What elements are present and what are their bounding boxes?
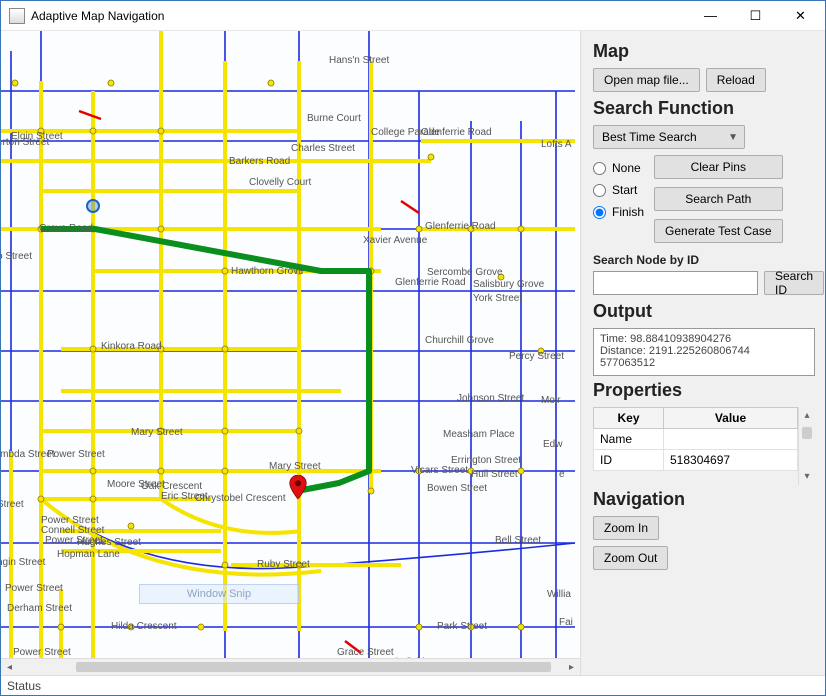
- scroll-track[interactable]: [18, 659, 563, 676]
- search-function-heading: Search Function: [593, 98, 815, 119]
- prop-value: [664, 429, 798, 450]
- content-area: Window Snip Elgin StreetGrove RoadLambda…: [1, 31, 825, 675]
- search-node-label: Search Node by ID: [593, 253, 815, 267]
- properties-heading: Properties: [593, 380, 815, 401]
- finish-pin-icon[interactable]: [289, 475, 307, 493]
- zoom-out-button[interactable]: Zoom Out: [593, 546, 668, 570]
- map-canvas[interactable]: Window Snip Elgin StreetGrove RoadLambda…: [1, 31, 581, 675]
- clear-pins-button[interactable]: Clear Pins: [654, 155, 783, 179]
- chevron-down-icon: ▼: [728, 132, 738, 143]
- app-icon: [9, 8, 25, 24]
- radio-finish[interactable]: Finish: [593, 205, 644, 219]
- map-horizontal-scrollbar[interactable]: ◂ ▸: [1, 658, 580, 675]
- prop-key: Name: [594, 429, 664, 450]
- app-window: Adaptive Map Navigation — ☐ ✕: [0, 0, 826, 696]
- map-heading: Map: [593, 41, 815, 62]
- open-map-button[interactable]: Open map file...: [593, 68, 700, 92]
- zoom-in-button[interactable]: Zoom In: [593, 516, 659, 540]
- properties-table: Key Value NameID518304697: [593, 407, 798, 471]
- status-text: Status: [7, 679, 41, 693]
- search-id-button[interactable]: Search ID: [764, 271, 824, 295]
- search-mode-value: Best Time Search: [602, 130, 697, 144]
- pin-mode-radiogroup: None Start Finish: [593, 161, 644, 219]
- properties-scrollbar[interactable]: ▴ ▾: [798, 407, 815, 485]
- map-svg: [1, 31, 575, 663]
- window-title: Adaptive Map Navigation: [31, 9, 164, 23]
- radio-start[interactable]: Start: [593, 183, 644, 197]
- scroll-left-icon[interactable]: ◂: [1, 659, 18, 676]
- close-button[interactable]: ✕: [778, 2, 823, 30]
- titlebar[interactable]: Adaptive Map Navigation — ☐ ✕: [1, 1, 825, 31]
- properties-col-value[interactable]: Value: [664, 408, 798, 429]
- properties-col-key[interactable]: Key: [594, 408, 664, 429]
- radio-none[interactable]: None: [593, 161, 644, 175]
- output-textarea[interactable]: Time: 98.88410938904276 Distance: 2191.2…: [593, 328, 815, 376]
- properties-scroll-thumb[interactable]: [802, 427, 812, 439]
- window-snip-overlay: Window Snip: [139, 584, 299, 604]
- start-pin-icon[interactable]: [86, 199, 100, 213]
- maximize-button[interactable]: ☐: [733, 2, 778, 30]
- prop-key: ID: [594, 450, 664, 471]
- prop-value: 518304697: [664, 450, 798, 471]
- status-bar: Status: [1, 675, 825, 695]
- table-row[interactable]: ID518304697: [594, 450, 798, 471]
- output-heading: Output: [593, 301, 815, 322]
- search-node-input[interactable]: [593, 271, 758, 295]
- scroll-up-icon[interactable]: ▴: [799, 407, 815, 424]
- generate-test-case-button[interactable]: Generate Test Case: [654, 219, 783, 243]
- minimize-button[interactable]: —: [688, 2, 733, 30]
- side-panel: Map Open map file... Reload Search Funct…: [581, 31, 825, 675]
- scroll-right-icon[interactable]: ▸: [563, 659, 580, 676]
- table-row[interactable]: Name: [594, 429, 798, 450]
- search-path-button[interactable]: Search Path: [654, 187, 783, 211]
- navigation-heading: Navigation: [593, 489, 815, 510]
- scroll-thumb[interactable]: [76, 662, 551, 672]
- search-mode-select[interactable]: Best Time Search ▼: [593, 125, 745, 149]
- scroll-down-icon[interactable]: ▾: [799, 468, 815, 485]
- reload-button[interactable]: Reload: [706, 68, 766, 92]
